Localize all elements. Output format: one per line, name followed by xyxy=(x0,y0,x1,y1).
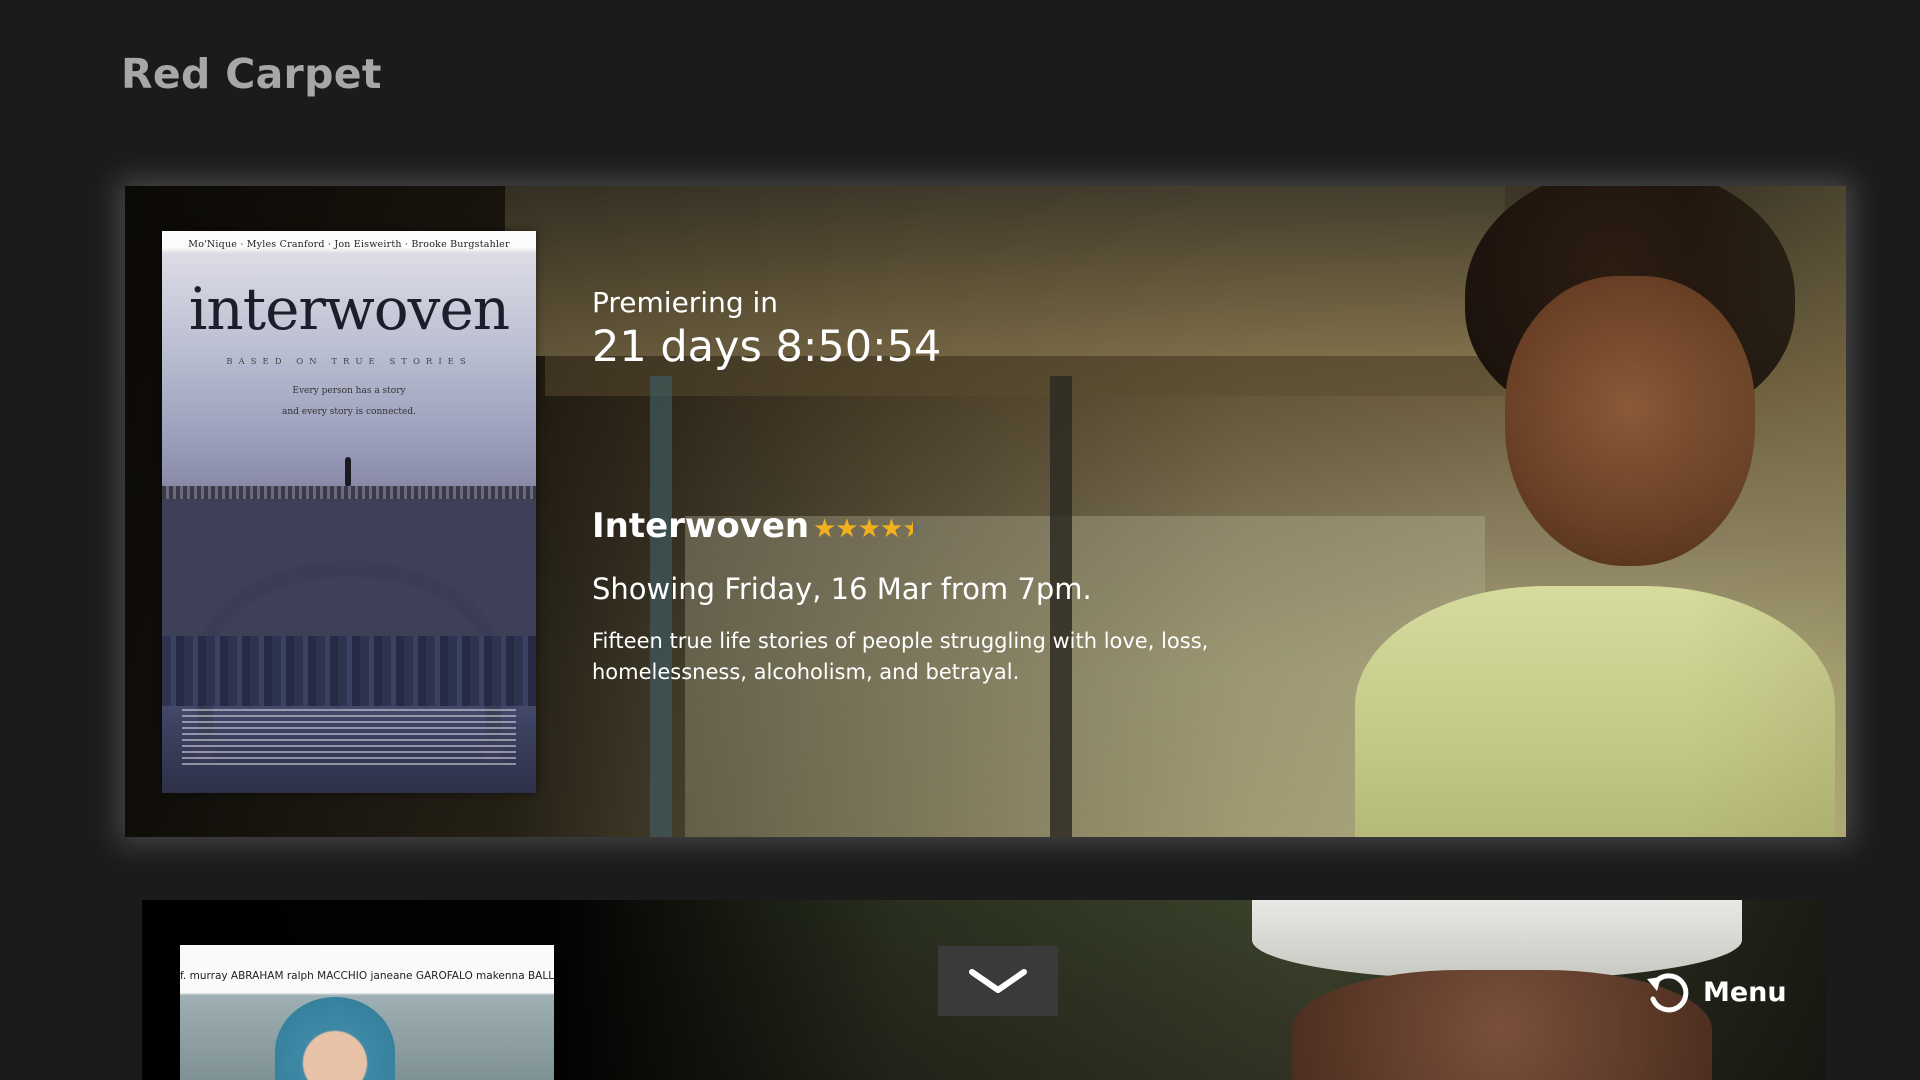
menu-button[interactable]: Menu xyxy=(1645,967,1787,1017)
refresh-icon xyxy=(1647,973,1689,1013)
rating-stars-filled: ★★★★★ xyxy=(813,514,913,544)
next-poster-cast: f. murray ABRAHAM ralph MACCHIO janeane … xyxy=(180,970,554,982)
app-title: Red Carpet xyxy=(121,50,382,98)
poster-skyline xyxy=(162,636,536,706)
movie-poster: Mo'Nique · Myles Cranford · Jon Eisweirt… xyxy=(162,231,536,793)
poster-cast: Mo'Nique · Myles Cranford · Jon Eisweirt… xyxy=(188,239,510,250)
scroll-down-button[interactable] xyxy=(938,946,1058,1016)
premiere-countdown: 21 days 8:50:54 xyxy=(592,322,942,372)
poster-figure xyxy=(345,457,351,487)
next-movie-poster: f. murray ABRAHAM ralph MACCHIO janeane … xyxy=(180,945,554,1080)
background-post xyxy=(650,376,672,837)
poster-tagline: Every person has a story and every story… xyxy=(281,386,416,417)
poster-bridge xyxy=(162,486,536,500)
poster-title: interwoven xyxy=(188,275,510,343)
movie-title: Interwoven xyxy=(592,506,810,546)
next-poster-girl xyxy=(275,997,395,1080)
rating-stars: ★★★★★ ★★★★★ xyxy=(813,514,933,544)
chevron-down-icon xyxy=(969,969,1027,993)
showtime: Showing Friday, 16 Mar from 7pm. xyxy=(592,572,1092,606)
background-post xyxy=(1050,376,1072,837)
menu-label: Menu xyxy=(1703,976,1787,1008)
featured-card[interactable]: Mo'Nique · Myles Cranford · Jon Eisweirt… xyxy=(125,186,1846,837)
synopsis: Fifteen true life stories of people stru… xyxy=(592,629,1209,684)
poster-credits xyxy=(182,709,516,769)
premiere-label: Premiering in xyxy=(592,286,779,319)
poster-subtitle: BASED ON TRUE STORIES xyxy=(226,357,472,367)
